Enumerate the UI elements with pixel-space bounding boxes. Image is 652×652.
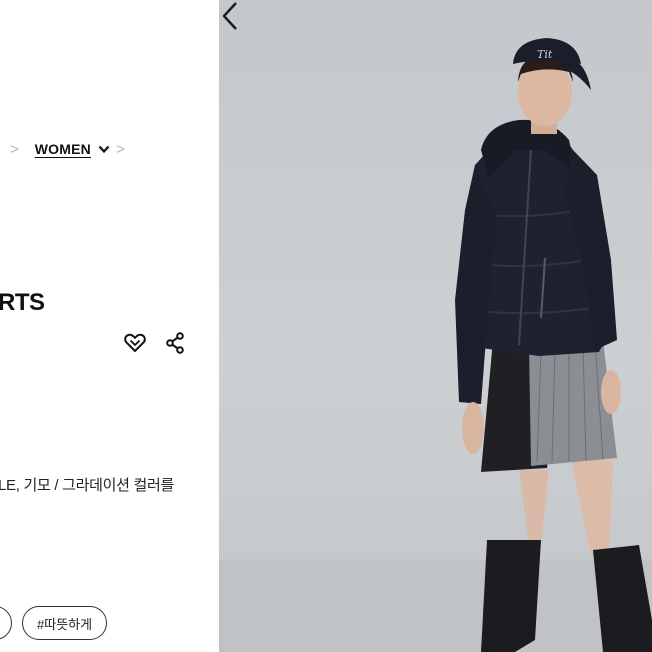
share-icon bbox=[166, 332, 184, 354]
wishlist-button[interactable] bbox=[124, 333, 146, 353]
share-button[interactable] bbox=[166, 332, 184, 354]
heart-icon bbox=[124, 333, 146, 352]
chevron-left-icon[interactable] bbox=[219, 0, 241, 32]
product-description: LE, 기모 / 그라데이션 컬러를 bbox=[0, 477, 174, 494]
product-image: Tit bbox=[219, 0, 652, 652]
svg-text:Tit: Tit bbox=[537, 48, 553, 61]
chevron-down-icon[interactable] bbox=[0, 140, 4, 158]
breadcrumb-item-women[interactable]: WOMEN bbox=[35, 141, 91, 157]
product-title: RTS bbox=[0, 289, 45, 316]
tag-chip[interactable] bbox=[0, 606, 12, 640]
model-photo: Tit bbox=[219, 38, 652, 652]
breadcrumb-separator: > bbox=[10, 140, 19, 158]
chevron-down-icon[interactable] bbox=[98, 144, 110, 154]
product-info-panel: > WOMEN > RTS LE, 기모 / 그라데이션 컬러를 #따뜻하게 bbox=[0, 0, 219, 652]
tag-chip[interactable]: #따뜻하게 bbox=[22, 606, 108, 640]
breadcrumb-separator: > bbox=[115, 140, 125, 158]
product-actions bbox=[124, 332, 184, 354]
breadcrumb: > WOMEN > bbox=[0, 140, 131, 158]
